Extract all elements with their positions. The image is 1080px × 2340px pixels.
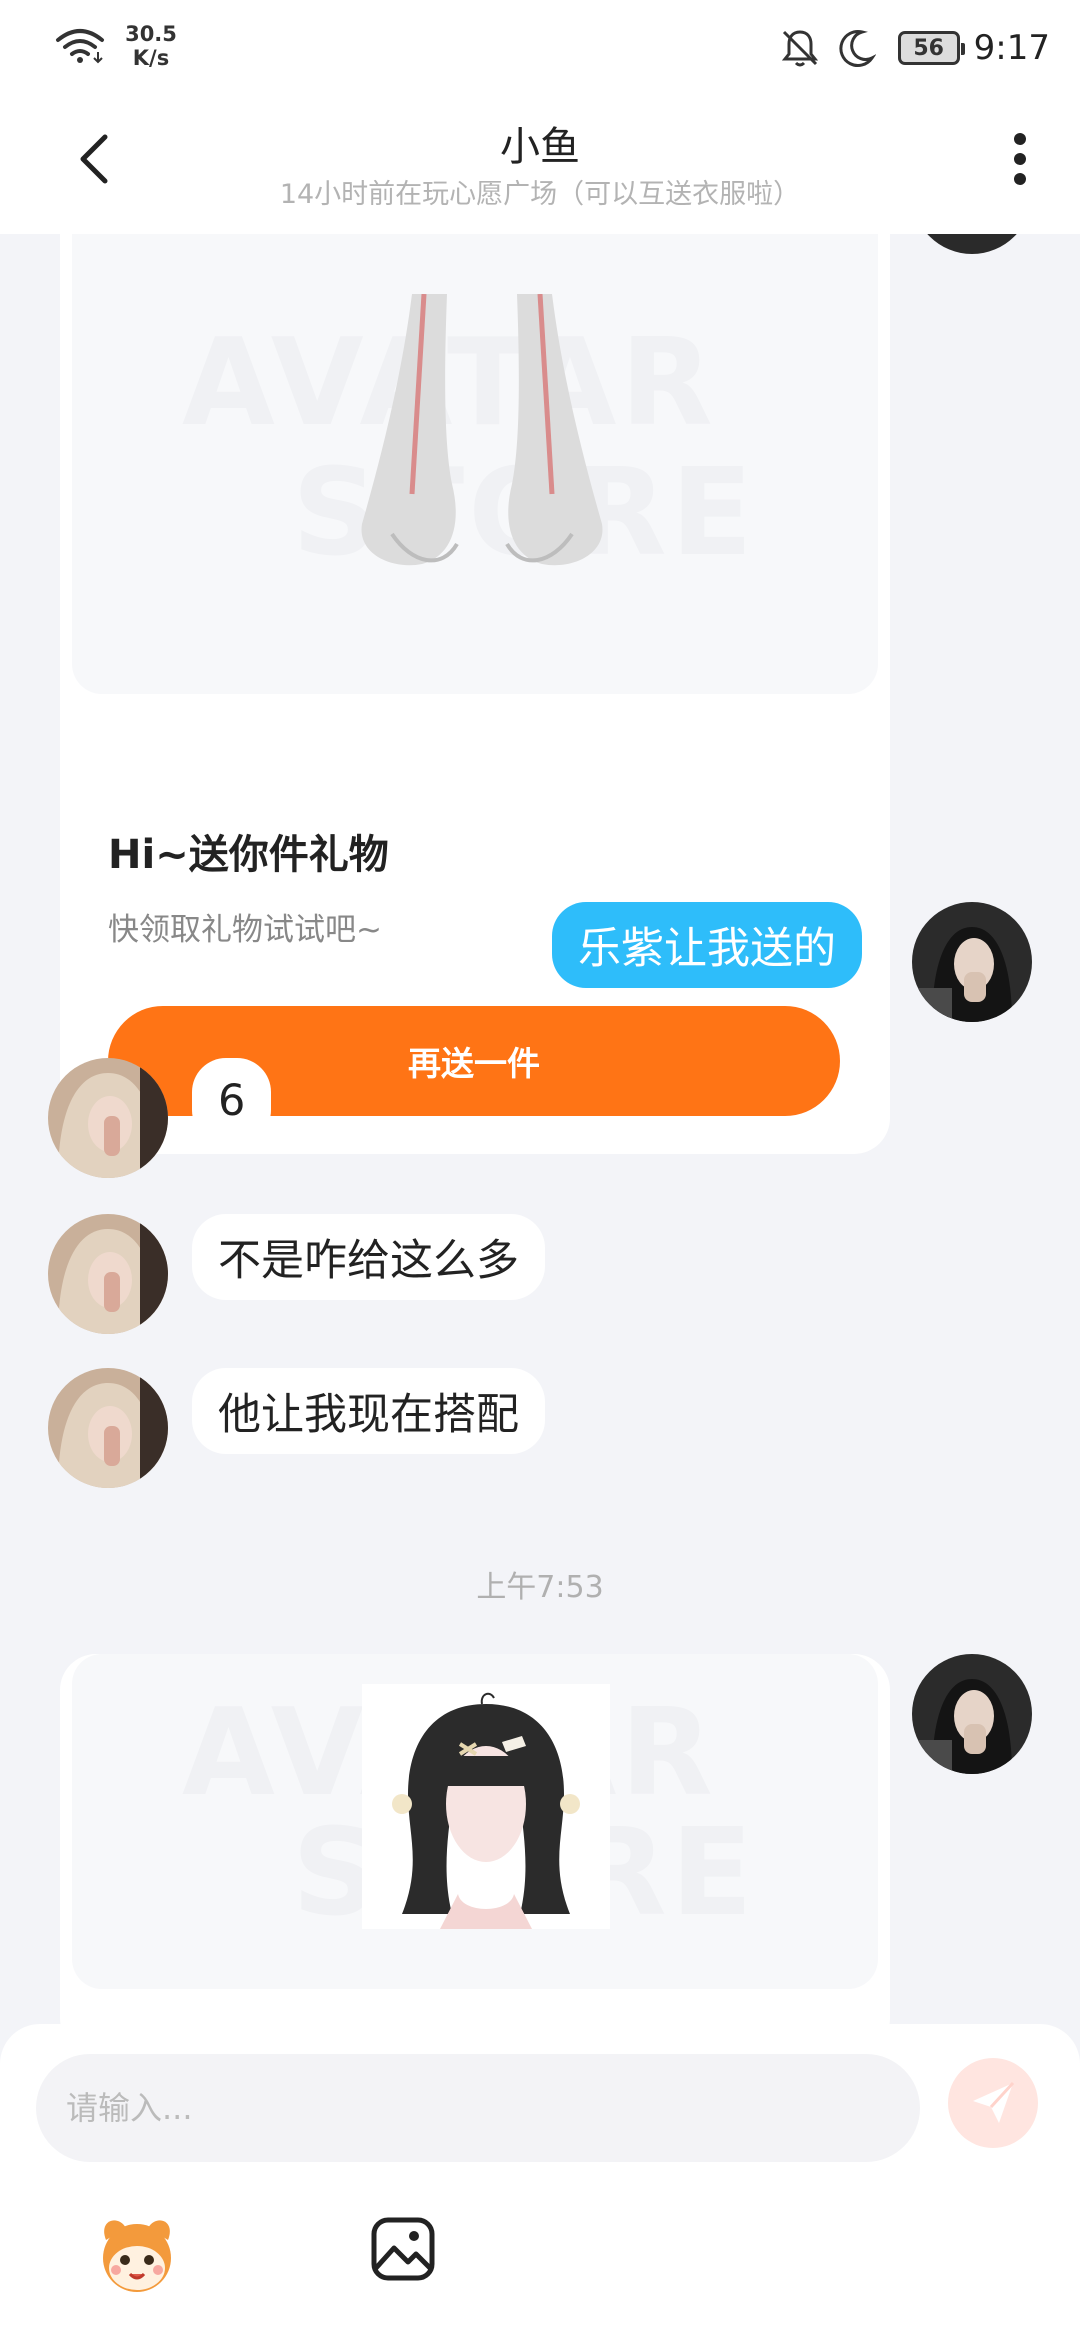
send-button[interactable] bbox=[948, 2058, 1038, 2148]
contact-avatar-image bbox=[48, 1214, 168, 1334]
image-icon bbox=[371, 2217, 435, 2281]
network-speed-value: 30.5 bbox=[125, 22, 177, 46]
mascot-emoji-icon bbox=[103, 2220, 171, 2292]
message-bubble-incoming[interactable]: 他让我现在搭配 bbox=[192, 1368, 545, 1454]
contact-avatar-image bbox=[48, 1368, 168, 1488]
gift-description: 快领取礼物试试吧~ bbox=[108, 912, 382, 948]
wifi-icon bbox=[56, 29, 104, 64]
hair-item-image bbox=[362, 1684, 610, 1929]
network-speed-unit: K/s bbox=[132, 46, 170, 70]
timestamp: 上午7:53 bbox=[476, 1570, 604, 1605]
avatar[interactable] bbox=[48, 1214, 168, 1334]
contact-avatar-image bbox=[48, 1058, 168, 1178]
chat-header: 小鱼 14小时前在玩心愿广场（可以互送衣服啦） bbox=[0, 96, 1080, 234]
gift-card[interactable]: AVATAR STORE bbox=[60, 1654, 890, 2024]
more-vertical-icon bbox=[1014, 133, 1026, 185]
contact-status: 14小时前在玩心愿广场（可以互送衣服啦） bbox=[279, 179, 801, 210]
message-input[interactable] bbox=[36, 2054, 920, 2162]
gift-title: Hi~送你件礼物 bbox=[108, 832, 389, 878]
avatar[interactable] bbox=[912, 902, 1032, 1022]
send-icon bbox=[973, 2081, 1015, 2123]
user-avatar-image bbox=[912, 1654, 1032, 1774]
contact-name: 小鱼 bbox=[500, 124, 580, 170]
status-bar: 30.5 K/s 56 9:17 bbox=[0, 0, 1080, 96]
hair-item-image bbox=[361, 294, 603, 566]
more-options-button[interactable] bbox=[990, 124, 1050, 194]
message-list[interactable]: AVATAR STORE Hi~送你件礼物 快领取礼物试试吧~ 再送一件 乐紫让… bbox=[0, 234, 1080, 2024]
avatar[interactable] bbox=[48, 1368, 168, 1488]
battery-level: 56 bbox=[913, 35, 944, 61]
mascot-emoji-button[interactable] bbox=[92, 2210, 182, 2300]
bell-off-icon bbox=[781, 30, 818, 67]
clock: 9:17 bbox=[973, 28, 1050, 68]
avatar[interactable] bbox=[48, 1058, 168, 1178]
avatar[interactable] bbox=[912, 234, 1032, 254]
gift-preview: AVATAR STORE bbox=[72, 234, 878, 694]
gift-card[interactable]: AVATAR STORE Hi~送你件礼物 快领取礼物试试吧~ 再送一件 bbox=[60, 234, 890, 1154]
battery-indicator: 56 bbox=[897, 31, 965, 65]
message-bubble-outgoing[interactable]: 乐紫让我送的 bbox=[552, 902, 862, 988]
moon-icon bbox=[839, 30, 876, 67]
network-speed: 30.5 K/s bbox=[116, 22, 186, 70]
message-bubble-incoming[interactable]: 不是咋给这么多 bbox=[192, 1214, 545, 1300]
user-avatar-image bbox=[912, 234, 1032, 254]
user-avatar-image bbox=[912, 902, 1032, 1022]
composer bbox=[0, 2024, 1080, 2340]
message-bubble-incoming[interactable]: 6 bbox=[192, 1058, 272, 1144]
image-picker-button[interactable] bbox=[368, 2214, 438, 2284]
gift-preview: AVATAR STORE bbox=[72, 1654, 878, 1989]
avatar[interactable] bbox=[912, 1654, 1032, 1774]
